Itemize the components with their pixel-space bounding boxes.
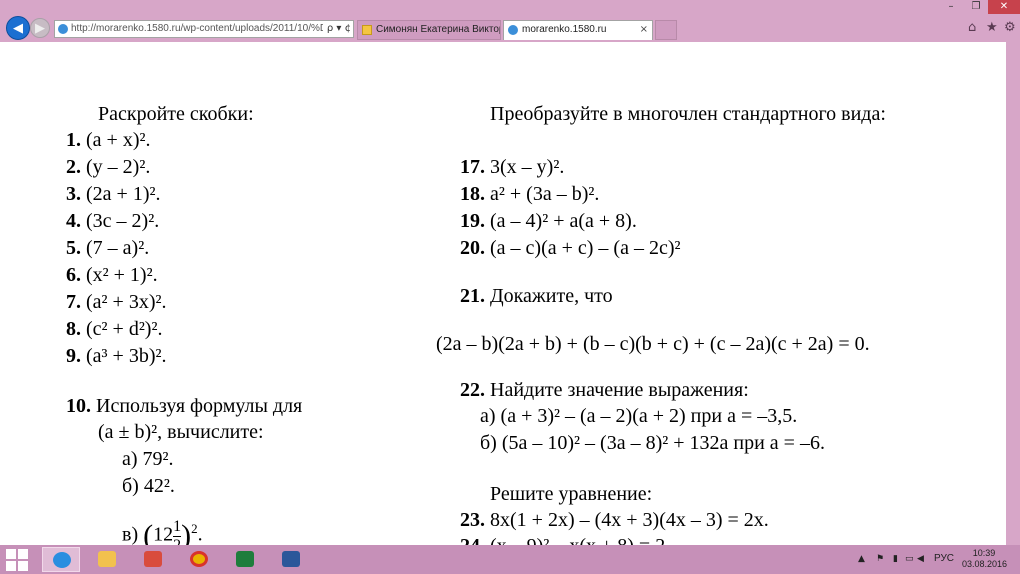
task-21-title: 21. Докажите, что: [460, 285, 613, 307]
new-tab-button[interactable]: [655, 20, 677, 40]
volume-icon[interactable]: ◀: [917, 554, 927, 564]
back-button[interactable]: ◀: [6, 16, 30, 40]
task-10-subtitle: (a ± b)², вычислите:: [98, 421, 264, 443]
identity-equation: (2a – b)(2a + b) + (b – c)(b + c) + (c –…: [436, 333, 870, 355]
task-22-b: б) (5a – 10)² – (3a – 8)² + 132a при a =…: [480, 432, 825, 454]
list-item: 17. 3(x – y)².: [460, 156, 565, 178]
task-10-b: б) 42².: [122, 475, 175, 497]
tab-morarenko[interactable]: morarenko.1580.ru ×: [503, 20, 653, 40]
explorer-taskbar-button[interactable]: [88, 547, 126, 572]
address-url: http://morarenko.1580.ru/wp-content/uplo…: [71, 23, 333, 34]
network-icon[interactable]: ▮: [893, 554, 903, 564]
home-icon[interactable]: ⌂: [968, 20, 976, 35]
clock-date: 03.08.2016: [962, 559, 1008, 569]
list-item: 9. (a³ + 3b)².: [66, 345, 167, 367]
maximize-button[interactable]: ❐: [964, 0, 988, 14]
app-icon: [144, 551, 162, 567]
list-item: 18. a² + (3a – b)².: [460, 183, 600, 205]
site-favicon-icon: [58, 24, 68, 34]
excel-icon: [236, 551, 254, 567]
taskbar: ▲ ⚑ ▮ ▭ ◀ РУС 10:39 03.08.2016: [0, 545, 1020, 574]
address-tools[interactable]: ρ ▾ ¢: [322, 21, 351, 37]
clock[interactable]: 10:39 03.08.2016: [962, 548, 1008, 570]
gear-icon[interactable]: ⚙: [1004, 20, 1016, 35]
list-item: 2. (y – 2)².: [66, 156, 151, 178]
list-item: 19. (a – 4)² + a(a + 8).: [460, 210, 637, 232]
language-indicator[interactable]: РУС: [934, 553, 954, 564]
task-10-title: 10. Используя формулы для: [66, 395, 303, 417]
folder-icon: [362, 25, 372, 35]
ie-page-icon: [508, 25, 518, 35]
word-icon: [282, 551, 300, 567]
list-item: 6. (x² + 1)².: [66, 264, 158, 286]
tab-label: Симонян Екатерина Викторо...: [376, 24, 500, 35]
clock-time: 10:39: [972, 548, 996, 558]
start-button[interactable]: [6, 549, 28, 571]
minimize-button[interactable]: –: [938, 0, 964, 14]
vertical-scrollbar[interactable]: [1006, 42, 1020, 545]
battery-icon[interactable]: ▭: [905, 554, 915, 564]
task-22-a: а) (a + 3)² – (a – 2)(a + 2) при a = –3,…: [480, 405, 798, 427]
document-page: Раскройте скобки: 1. (a + x)². 2. (y – 2…: [0, 42, 1006, 545]
internet-explorer-icon: [53, 552, 71, 568]
folder-icon: [98, 551, 116, 567]
list-item: 4. (3c – 2)².: [66, 210, 160, 232]
flag-icon[interactable]: ⚑: [876, 554, 886, 564]
right-heading: Преобразуйте в многочлен стандартного ви…: [490, 103, 886, 125]
close-tab-icon[interactable]: ×: [640, 21, 648, 39]
task-10-c: в) (1212)2.: [122, 517, 203, 545]
task-24: 24. (x – 9)² – x(x + 8) = 2.: [460, 534, 670, 545]
list-item: 3. (2a + 1)².: [66, 183, 161, 205]
ie-taskbar-button[interactable]: [42, 547, 80, 572]
task-22-title: 22. Найдите значение выражения:: [460, 379, 749, 401]
forward-button[interactable]: ▶: [30, 18, 50, 38]
close-window-button[interactable]: ✕: [988, 0, 1020, 14]
list-item: 8. (c² + d²)².: [66, 318, 163, 340]
solve-heading: Решите уравнение:: [490, 483, 653, 505]
list-item: 5. (7 – a)².: [66, 237, 150, 259]
excel-taskbar-button[interactable]: [226, 547, 264, 572]
show-hidden-icons-icon[interactable]: ▲: [858, 554, 868, 564]
left-heading: Раскройте скобки:: [98, 103, 254, 125]
task-10-a: а) 79².: [122, 448, 174, 470]
app-taskbar-button[interactable]: [134, 547, 172, 572]
task-23: 23. 8x(1 + 2x) – (4x + 3)(4x – 3) = 2x.: [460, 509, 769, 531]
list-item: 7. (a² + 3x)².: [66, 291, 167, 313]
chrome-taskbar-button[interactable]: [180, 547, 218, 572]
chrome-icon: [190, 551, 208, 567]
word-taskbar-button[interactable]: [272, 547, 310, 572]
favorites-icon[interactable]: ★: [986, 20, 998, 35]
browser-toolbar: ◀ ▶ http://morarenko.1580.ru/wp-content/…: [0, 0, 1020, 42]
list-item: 20. (a – c)(a + c) – (a – 2c)²: [460, 237, 681, 259]
address-bar[interactable]: http://morarenko.1580.ru/wp-content/uplo…: [54, 20, 354, 38]
tab-label: morarenko.1580.ru: [522, 24, 607, 35]
list-item: 1. (a + x)².: [66, 129, 151, 151]
tab-simonyan[interactable]: Симонян Екатерина Викторо...: [357, 20, 501, 40]
